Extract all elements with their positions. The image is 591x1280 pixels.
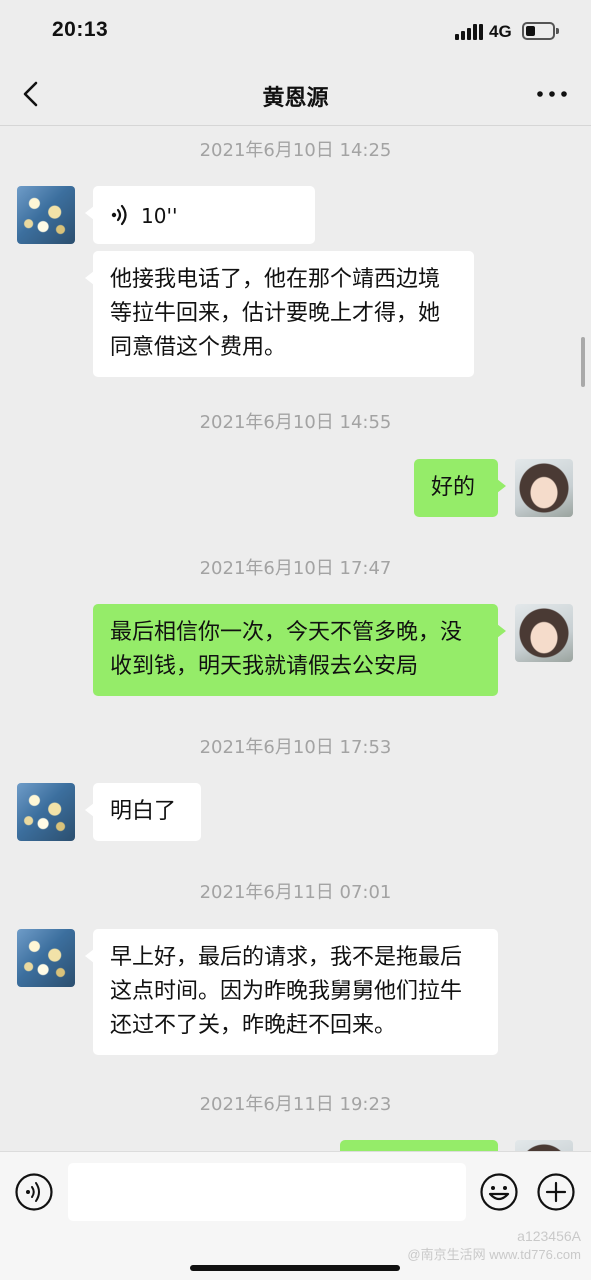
my-avatar[interactable] [515,604,573,662]
home-indicator[interactable] [190,1265,400,1271]
scrollbar[interactable] [581,337,585,387]
input-bar: a123456A @南京生活网 www.td776.com [0,1151,591,1280]
voice-mode-icon [15,1173,53,1211]
more-button[interactable] [535,82,569,106]
message-bubble[interactable]: 明白了 [85,783,201,841]
signal-icon [455,24,483,40]
emoji-button[interactable] [479,1172,519,1212]
my-avatar[interactable] [515,459,573,517]
message-bubble[interactable]: 他接我电话了，他在那个靖西边境等拉牛回来，估计要晚上才得，她同意借这个费用。 [85,251,474,377]
voice-duration: 10'' [141,204,178,228]
network-type: 4G [489,22,512,41]
contact-avatar[interactable] [17,186,75,244]
timestamp: 2021年6月11日 19:23 [199,1094,392,1115]
message-bubble[interactable]: 最后相信你一次，今天不管多晚，没收到钱，明天我就请假去公安局 [93,604,506,696]
plus-icon [537,1173,575,1211]
battery-icon [522,22,559,40]
message-bubble[interactable]: 早上好，最后的请求，我不是拖最后这点时间。因为昨晚我舅舅他们拉牛还过不了关，昨晚… [85,929,498,1055]
more-dots-icon [537,91,567,97]
more-functions-button[interactable] [536,1172,576,1212]
watermark: a123456A @南京生活网 www.td776.com [407,1228,581,1262]
message-bubble[interactable]: 好的 [414,459,506,517]
contact-avatar[interactable] [17,929,75,987]
contact-avatar[interactable] [17,783,75,841]
my-avatar[interactable] [515,1140,573,1151]
message-list[interactable]: 2021年6月10日 14:25 10'' 他接我电话了，他在那个靖西边境等拉牛… [0,127,591,1151]
voice-message[interactable]: 10'' [85,186,315,244]
message-bubble-partial[interactable] [340,1140,498,1151]
timestamp: 2021年6月10日 17:47 [199,558,392,579]
voice-toggle-button[interactable] [14,1172,54,1212]
message-input[interactable] [68,1163,466,1221]
timestamp: 2021年6月10日 14:55 [199,412,392,433]
chat-header: 黄恩源 [0,62,591,126]
emoji-icon [480,1173,518,1211]
timestamp: 2021年6月10日 17:53 [199,737,392,758]
timestamp: 2021年6月11日 07:01 [199,882,392,903]
status-bar: 20:13 4G [0,0,591,62]
contact-name[interactable]: 黄恩源 [0,80,591,112]
timestamp: 2021年6月10日 14:25 [199,140,392,161]
voice-wave-icon [111,204,127,226]
status-time: 20:13 [52,18,109,41]
